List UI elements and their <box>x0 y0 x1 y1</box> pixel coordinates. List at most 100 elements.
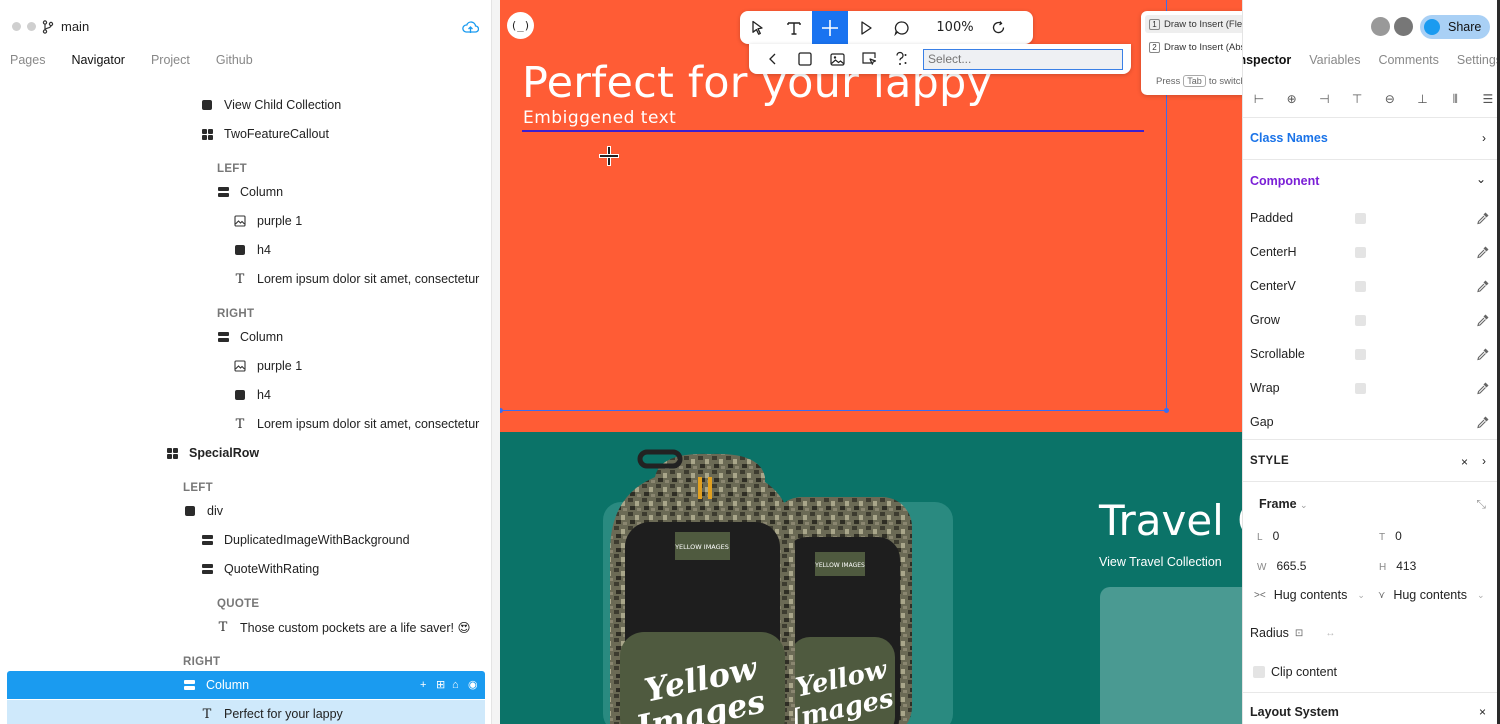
branch-selector[interactable]: main <box>42 19 89 34</box>
tree-row[interactable]: QuoteWithRating <box>0 555 491 583</box>
align-bottom-icon[interactable]: ⊥ <box>1415 91 1431 107</box>
align-center-v-icon[interactable]: ⊖ <box>1382 91 1398 107</box>
eyedropper-icon[interactable] <box>1476 415 1490 429</box>
height-field[interactable]: H 413 <box>1379 559 1416 573</box>
checkbox[interactable] <box>1355 212 1366 224</box>
tree-row[interactable]: Column <box>0 323 491 351</box>
checkbox[interactable] <box>1355 246 1366 258</box>
eyedropper-icon[interactable] <box>1476 381 1490 395</box>
tree-row[interactable]: T Lorem ipsum dolor sit amet, consectetur <box>0 410 491 438</box>
zoom-level[interactable]: 100% <box>930 20 980 35</box>
tab-github[interactable]: Github <box>216 53 253 67</box>
component-section[interactable]: Component <box>1250 174 1319 188</box>
tree-row-selected[interactable]: Column + ⊞ ⌂ ◉ <box>7 671 485 699</box>
text-tool-button[interactable] <box>776 11 812 44</box>
tab-comments[interactable]: Comments <box>1378 53 1438 67</box>
tree-row[interactable]: purple 1 <box>0 352 491 380</box>
collaborator-avatars[interactable] <box>1371 17 1413 36</box>
tree-row[interactable]: h4 <box>0 381 491 409</box>
top-field[interactable]: T0 <box>1379 529 1402 543</box>
width-sizing-select[interactable]: >< Hug contents ⌄ <box>1254 588 1365 602</box>
tree-row[interactable]: View Child Collection <box>0 91 491 119</box>
tree-row[interactable]: T Lorem ipsum dolor sit amet, consectetur <box>0 265 491 293</box>
insert-tool-button[interactable] <box>812 11 848 44</box>
avatar[interactable] <box>1371 17 1390 36</box>
insert-option-abs[interactable]: 2 Draw to Insert (Abs) <box>1145 38 1257 56</box>
collapse-icon[interactable]: ⤡ <box>1476 497 1486 512</box>
frame-dropdown[interactable]: Frame ⌄ <box>1259 497 1308 511</box>
tab-variables[interactable]: Variables <box>1309 53 1360 67</box>
insert-div-button[interactable] <box>789 44 821 74</box>
backpack-image[interactable]: YELLOW IMAGES Yellow Images YELLOW IMAGE… <box>600 442 940 724</box>
close-icon[interactable]: × <box>1461 455 1468 469</box>
travel-link[interactable]: View Travel Collection <box>1099 555 1222 569</box>
checkbox[interactable] <box>1355 382 1366 394</box>
back-button[interactable] <box>757 44 789 74</box>
insert-conditional-button[interactable] <box>885 44 917 74</box>
wrap-icon[interactable]: ⊞ <box>436 679 447 691</box>
site-logo[interactable]: (_) <box>507 12 534 39</box>
select-tool-button[interactable] <box>740 11 776 44</box>
tab-inspector[interactable]: Inspector <box>1243 53 1291 67</box>
chevron-down-icon[interactable]: ⌄ <box>1476 172 1486 186</box>
resize-handle[interactable] <box>500 408 503 413</box>
clip-content-checkbox[interactable]: Clip content <box>1253 665 1337 679</box>
travel-title[interactable]: Travel C <box>1099 496 1242 545</box>
tree-row[interactable]: T Those custom pockets are a life saver! … <box>0 613 491 641</box>
tab-settings[interactable]: Settings <box>1457 53 1500 67</box>
tree-row[interactable]: div <box>0 497 491 525</box>
play-button[interactable] <box>848 11 884 44</box>
align-right-icon[interactable]: ⊣ <box>1316 91 1332 107</box>
tree-row[interactable]: h4 <box>0 236 491 264</box>
avatar[interactable] <box>1394 17 1413 36</box>
insert-image-button[interactable] <box>821 44 853 74</box>
distribute-v-icon[interactable]: ☰ <box>1480 91 1496 107</box>
close-icon[interactable]: × <box>1479 705 1486 719</box>
eyedropper-icon[interactable] <box>1476 211 1490 225</box>
align-center-h-icon[interactable]: ⊕ <box>1284 91 1300 107</box>
chevron-right-icon[interactable]: › <box>1482 131 1486 145</box>
checkbox[interactable] <box>1355 348 1366 360</box>
align-left-icon[interactable]: ⊢ <box>1251 91 1267 107</box>
tree-row[interactable]: SpecialRow <box>0 439 491 467</box>
tree-row[interactable]: DuplicatedImageWithBackground <box>0 526 491 554</box>
eyedropper-icon[interactable] <box>1476 347 1490 361</box>
tree-row[interactable]: TwoFeatureCallout <box>0 120 491 148</box>
cloud-upload-icon[interactable] <box>462 20 479 35</box>
eye-icon[interactable]: ◉ <box>468 679 479 691</box>
height-sizing-select[interactable]: ⋎ Hug contents ⌄ <box>1378 588 1485 602</box>
unlock-icon[interactable]: ⌂ <box>452 679 463 691</box>
chevron-right-icon[interactable]: › <box>1482 454 1486 468</box>
eyedropper-icon[interactable] <box>1476 245 1490 259</box>
resize-handle[interactable] <box>1164 408 1169 413</box>
tree-row-sub-selected[interactable]: T Perfect for your lappy <box>7 700 485 724</box>
prop-grow: Grow <box>1250 310 1490 330</box>
window-controls[interactable] <box>12 22 36 31</box>
radius-row[interactable]: Radius ⊡ ↔ <box>1250 626 1343 640</box>
travel-section[interactable]: YELLOW IMAGES Yellow Images YELLOW IMAGE… <box>500 432 1242 724</box>
checkbox[interactable] <box>1355 314 1366 326</box>
comment-tool-button[interactable] <box>884 11 920 44</box>
tab-navigator[interactable]: Navigator <box>71 53 125 67</box>
checkbox[interactable] <box>1355 280 1366 292</box>
eyedropper-icon[interactable] <box>1476 279 1490 293</box>
tree-row[interactable]: purple 1 <box>0 207 491 235</box>
insert-button-element[interactable] <box>853 44 885 74</box>
tree-row[interactable]: Column <box>0 178 491 206</box>
left-field[interactable]: L0 <box>1257 529 1279 543</box>
element-select-input[interactable] <box>923 48 1123 70</box>
design-canvas[interactable]: (_) Perfect for your lappy Embiggened te… <box>500 0 1242 724</box>
align-top-icon[interactable]: ⊤ <box>1349 91 1365 107</box>
insert-option-flex[interactable]: 1 Draw to Insert (Flex) <box>1145 15 1257 33</box>
tab-pages[interactable]: Pages <box>10 53 45 67</box>
hero-subtitle[interactable]: Embiggened text <box>523 108 676 128</box>
layout-system-section[interactable]: Layout System <box>1250 705 1339 719</box>
width-field[interactable]: W 665.5 <box>1257 559 1306 573</box>
distribute-h-icon[interactable]: ⫴ <box>1447 91 1463 107</box>
class-names-section[interactable]: Class Names <box>1250 131 1328 145</box>
add-icon[interactable]: + <box>420 679 431 691</box>
tab-project[interactable]: Project <box>151 53 190 67</box>
eyedropper-icon[interactable] <box>1476 313 1490 327</box>
share-button[interactable]: Share <box>1420 15 1490 39</box>
reset-zoom-button[interactable] <box>980 11 1016 44</box>
